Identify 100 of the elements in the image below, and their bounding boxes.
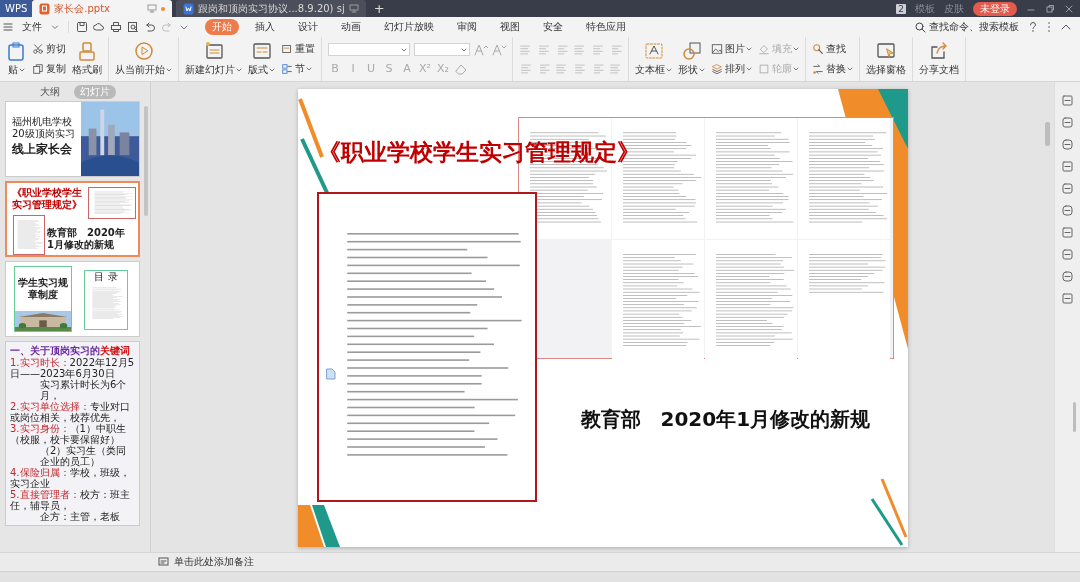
- ribbon-button[interactable]: 重置: [280, 41, 316, 57]
- command-search[interactable]: 查找命令、搜索模板: [915, 20, 1019, 34]
- ribbon-tab[interactable]: 幻灯片放映: [377, 19, 441, 35]
- ribbon-button[interactable]: 替换: [811, 61, 854, 77]
- document-file-icon: [183, 2, 195, 15]
- ribbon-button[interactable]: 形状: [677, 40, 706, 78]
- clipboard-icon: [6, 41, 26, 61]
- thumbnail-text: 企方：主管，老板: [40, 510, 121, 522]
- document-tab[interactable]: 家长会.pptx: [32, 0, 173, 17]
- new-tab-button[interactable]: +: [365, 0, 393, 17]
- scrollbar-thumb[interactable]: [1073, 402, 1076, 432]
- text-box-icon: [643, 41, 664, 61]
- dropdown-caret-icon: [236, 67, 242, 73]
- thumbnail-text: 福州机电学校20级顶岗实习: [12, 116, 76, 139]
- document-page-drawing: [13, 215, 45, 255]
- ribbon-button[interactable]: 节: [280, 61, 316, 77]
- selection-pane-icon: [876, 41, 896, 61]
- ribbon-button[interactable]: 选择窗格: [865, 40, 907, 78]
- restore-icon[interactable]: [1045, 3, 1055, 14]
- document-tab[interactable]: 跟岗和顶岗实习协议...8.9.20) sj: [176, 0, 366, 17]
- search-icon: [812, 43, 824, 55]
- dropdown-caret-icon: [306, 66, 312, 72]
- more-icon[interactable]: [1047, 21, 1051, 33]
- dropdown-caret-icon: [461, 46, 467, 53]
- window-count-badge: 2: [896, 3, 906, 14]
- panel-view-tab[interactable]: 大纲: [34, 85, 66, 99]
- redo-icon[interactable]: [161, 21, 173, 33]
- thumbnail-text: 5.直接管理者：校方：班主任，辅导员，: [10, 488, 131, 511]
- print-preview-icon[interactable]: [127, 21, 139, 33]
- ribbon-button[interactable]: 版式: [247, 40, 276, 78]
- notes-placeholder[interactable]: 单击此处添加备注: [174, 555, 254, 569]
- thumbnail-text: 学生实习规章制度: [17, 277, 69, 300]
- dropdown-caret-icon[interactable]: [51, 23, 59, 31]
- ribbon-button[interactable]: 分享文档: [918, 40, 960, 78]
- thumbnail-text: 3.实习身份：（1）中职生（校服，校卡要保留好）: [10, 422, 127, 445]
- thumbnail-text: 《职业学校学生实习管理规定》: [12, 187, 83, 210]
- ribbon-button[interactable]: 新建幻灯片: [184, 40, 243, 78]
- menu-icon[interactable]: [3, 22, 13, 32]
- section-icon: [281, 63, 293, 75]
- ribbon-tab[interactable]: 安全: [536, 19, 570, 35]
- grow-font-icon[interactable]: [474, 43, 488, 56]
- dropdown-caret-icon: [746, 66, 752, 72]
- play-icon: [133, 41, 154, 61]
- ribbon-button[interactable]: 复制: [31, 61, 67, 77]
- thumbnail-text: 4.保险归属：学校，班级，实习企业: [10, 466, 131, 489]
- ribbon-tab[interactable]: 插入: [248, 19, 282, 35]
- print-icon[interactable]: [110, 21, 122, 33]
- font-size-field[interactable]: [414, 43, 470, 56]
- slide-thumbnail[interactable]: 《职业学校学生实习管理规定》 教育部 2020年1月修改的新规: [5, 181, 140, 257]
- dropdown-caret-icon: [666, 67, 672, 73]
- stripe-drawing: [297, 505, 342, 547]
- ribbon-button[interactable]: 查找: [811, 41, 854, 57]
- cloud-sync-icon[interactable]: [93, 21, 105, 33]
- ribbon-tab[interactable]: 审阅: [450, 19, 484, 35]
- slide-title: 《职业学校学生实习管理规定》: [317, 138, 640, 167]
- dropdown-caret-icon: [18, 67, 25, 73]
- ribbon-button[interactable]: 从当前开始: [114, 40, 173, 78]
- ribbon-button[interactable]: 文本框: [634, 40, 673, 78]
- dropdown-caret-icon: [166, 67, 172, 73]
- dropdown-caret-icon: [699, 67, 705, 73]
- ribbon-button[interactable]: 贴: [5, 40, 27, 78]
- file-menu[interactable]: 文件: [22, 20, 42, 34]
- scrollbar-thumb[interactable]: [1045, 122, 1050, 146]
- slide-thumbnail[interactable]: 一、关于顶岗实习的关键词 1.实习时长：2022年12月5日——2023年6月30日 实习累计时长为6个月， 2.实习单位选择：专业对口或岗位相关，校荐优先， 3.实习身份：（1）中职生（校服，校卡要保留好） （2）实习生（类同企业的员工） 4.保险归属：学校，班级，实习企业 5.直接管理者：校方：班主任，辅导员， 企方：主管，老板: [5, 341, 140, 526]
- ribbon-tab[interactable]: 动画: [334, 19, 368, 35]
- thumbnail-text: 1.实习时长：2022年12月5日——2023年6月30日: [10, 356, 135, 379]
- ribbon-tab[interactable]: 设计: [291, 19, 325, 35]
- document-page-drawing: [88, 187, 136, 219]
- slide-caption: 教育部 2020年1月修改的新规: [580, 406, 871, 433]
- fill-icon: [758, 43, 770, 55]
- dropdown-caret-icon: [793, 66, 799, 72]
- scissors-icon: [32, 43, 44, 55]
- document-tab[interactable]: WPS: [0, 0, 33, 17]
- replace-icon: [812, 63, 824, 75]
- picture-icon: [711, 43, 723, 55]
- dropdown-caret-icon: [401, 46, 407, 53]
- thumbnail-text: 线上家长会: [12, 143, 73, 157]
- save-icon[interactable]: [76, 21, 88, 33]
- scrollbar-thumb[interactable]: [144, 106, 148, 216]
- thumbnail-text: 2.实习单位选择：专业对口或岗位相关，校荐优先，: [10, 400, 131, 423]
- monitor-icon: [147, 4, 158, 13]
- slide-thumbnail[interactable]: 学生实习规章制度 目 录: [5, 261, 140, 337]
- ribbon-button[interactable]: 剪切: [31, 41, 67, 57]
- undo-icon[interactable]: [144, 21, 156, 33]
- ribbon-button[interactable]: 格式刷: [71, 40, 103, 78]
- ribbon-button[interactable]: 图片: [710, 41, 753, 57]
- slide-thumbnail[interactable]: 福州机电学校20级顶岗实习 线上家长会: [5, 101, 140, 177]
- stripe-drawing: [869, 477, 908, 547]
- ribbon-tab[interactable]: 特色应用: [579, 19, 633, 35]
- dropdown-caret-icon: [847, 66, 853, 72]
- font-name-field[interactable]: [328, 43, 410, 56]
- ribbon-button[interactable]: 排列: [710, 61, 753, 77]
- thumbnail-text: （2）实习生（类同企业的员工）: [40, 444, 128, 467]
- note-icon: [158, 557, 169, 567]
- login-button[interactable]: 未登录: [973, 1, 1017, 16]
- clear-format-icon[interactable]: [454, 62, 468, 75]
- thumbnail-text: 教育部 2020年1月修改的新规: [47, 227, 126, 250]
- close-icon[interactable]: [1064, 3, 1074, 14]
- shrink-font-icon[interactable]: [492, 43, 506, 56]
- ribbon-tab[interactable]: 视图: [493, 19, 527, 35]
